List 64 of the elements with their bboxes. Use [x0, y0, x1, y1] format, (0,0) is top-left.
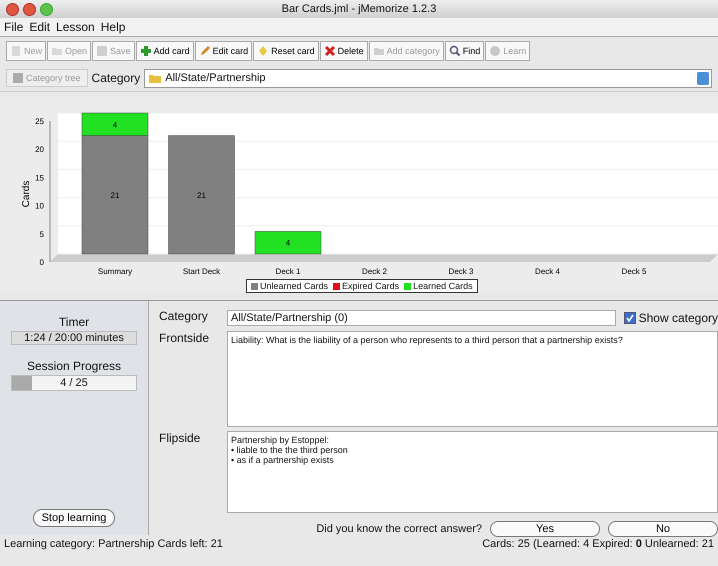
y-tick-label: 0 [40, 258, 44, 267]
close-button[interactable] [6, 2, 19, 16]
diamond-icon [257, 45, 270, 57]
folder-icon [149, 74, 162, 82]
window-title: Bar Cards.jml - jMemorize 1.2.3 [280, 3, 438, 15]
progress-label: Session Progress [26, 359, 122, 373]
field-label: Flipside [159, 431, 202, 447]
timer-value: 1:24 / 20:00 minutes [11, 331, 137, 345]
data-label: 4 [112, 120, 118, 130]
menu-item[interactable]: Help [100, 20, 126, 34]
data-label: 21 [197, 190, 206, 200]
minimize-button[interactable] [23, 2, 36, 16]
y-tick-label: 15 [35, 173, 44, 182]
field-label: Category [159, 309, 209, 325]
x-tick-label: Deck 3 [448, 267, 474, 276]
x-tick-label: Start Deck [182, 267, 220, 276]
x-tick-label: Summary [98, 267, 132, 276]
status-text: Cards: 25 (Learned: 4 Expired: 0 Unlearned: 21 [482, 538, 714, 550]
toolbar-button[interactable]: Reset card [253, 41, 319, 61]
x-tick-label: Deck 1 [276, 267, 300, 276]
answer-button[interactable]: No [608, 521, 718, 537]
checkbox-label: Show category [638, 311, 718, 325]
progress-text: 4 / 25 [60, 377, 88, 389]
data-label: 21 [110, 190, 120, 200]
x-tick-label: Deck 5 [622, 267, 646, 276]
menu-item[interactable]: File [4, 20, 24, 34]
category-label: Category [92, 71, 140, 85]
toolbar-button[interactable]: Find [444, 41, 484, 61]
toolbar-button[interactable]: Edit card [194, 41, 252, 61]
x-tick-label: Deck 2 [362, 267, 387, 276]
plus-icon [140, 45, 152, 57]
flipside-text-area[interactable]: Partnership by Estoppel: • liable to the the third person • as if a partnership exists [227, 431, 718, 513]
checkbox[interactable] [624, 312, 636, 324]
y-tick-label: 25 [35, 117, 44, 126]
legend-label: Expired Cards [342, 281, 400, 291]
y-tick-label: 5 [40, 230, 44, 239]
menu-item[interactable]: Lesson [56, 20, 95, 34]
question-text: Did you know the correct answer? [316, 523, 482, 535]
y-tick-label: 10 [35, 202, 44, 211]
legend-label: Unlearned Cards [260, 281, 328, 291]
frontside-text-area[interactable]: Liability: What is the liability of a person who represents to a third person that a partnership exists? [227, 331, 718, 427]
circle-icon [489, 45, 502, 57]
status-text: Learning category: Partnership Cards left: 21 [4, 538, 223, 550]
y-tick-label: 20 [35, 145, 44, 154]
field-label: Frontside [159, 331, 210, 347]
menu-item[interactable]: Edit [29, 20, 50, 34]
category-field: All/State/Partnership (0) [227, 310, 616, 326]
toolbar-button[interactable]: Add card [136, 41, 194, 61]
folder-icon [372, 45, 385, 57]
document-icon [10, 45, 22, 57]
bar [254, 231, 322, 254]
answer-button[interactable]: Yes [490, 521, 600, 537]
cross-icon [324, 45, 336, 57]
stop-learning-button[interactable]: Stop learning [32, 509, 116, 527]
toolbar-button[interactable]: Delete [320, 41, 368, 61]
timer-label: Timer [58, 315, 90, 329]
folder-icon [51, 45, 64, 57]
legend-label: Learned Cards [413, 281, 473, 291]
data-label: 4 [286, 238, 290, 248]
y-axis-title: Cards [21, 180, 32, 208]
category-dropdown[interactable]: All/State/Partnership [144, 68, 712, 88]
pencil-icon [198, 45, 211, 57]
x-tick-label: Deck 4 [535, 267, 560, 276]
search-icon [448, 45, 461, 57]
